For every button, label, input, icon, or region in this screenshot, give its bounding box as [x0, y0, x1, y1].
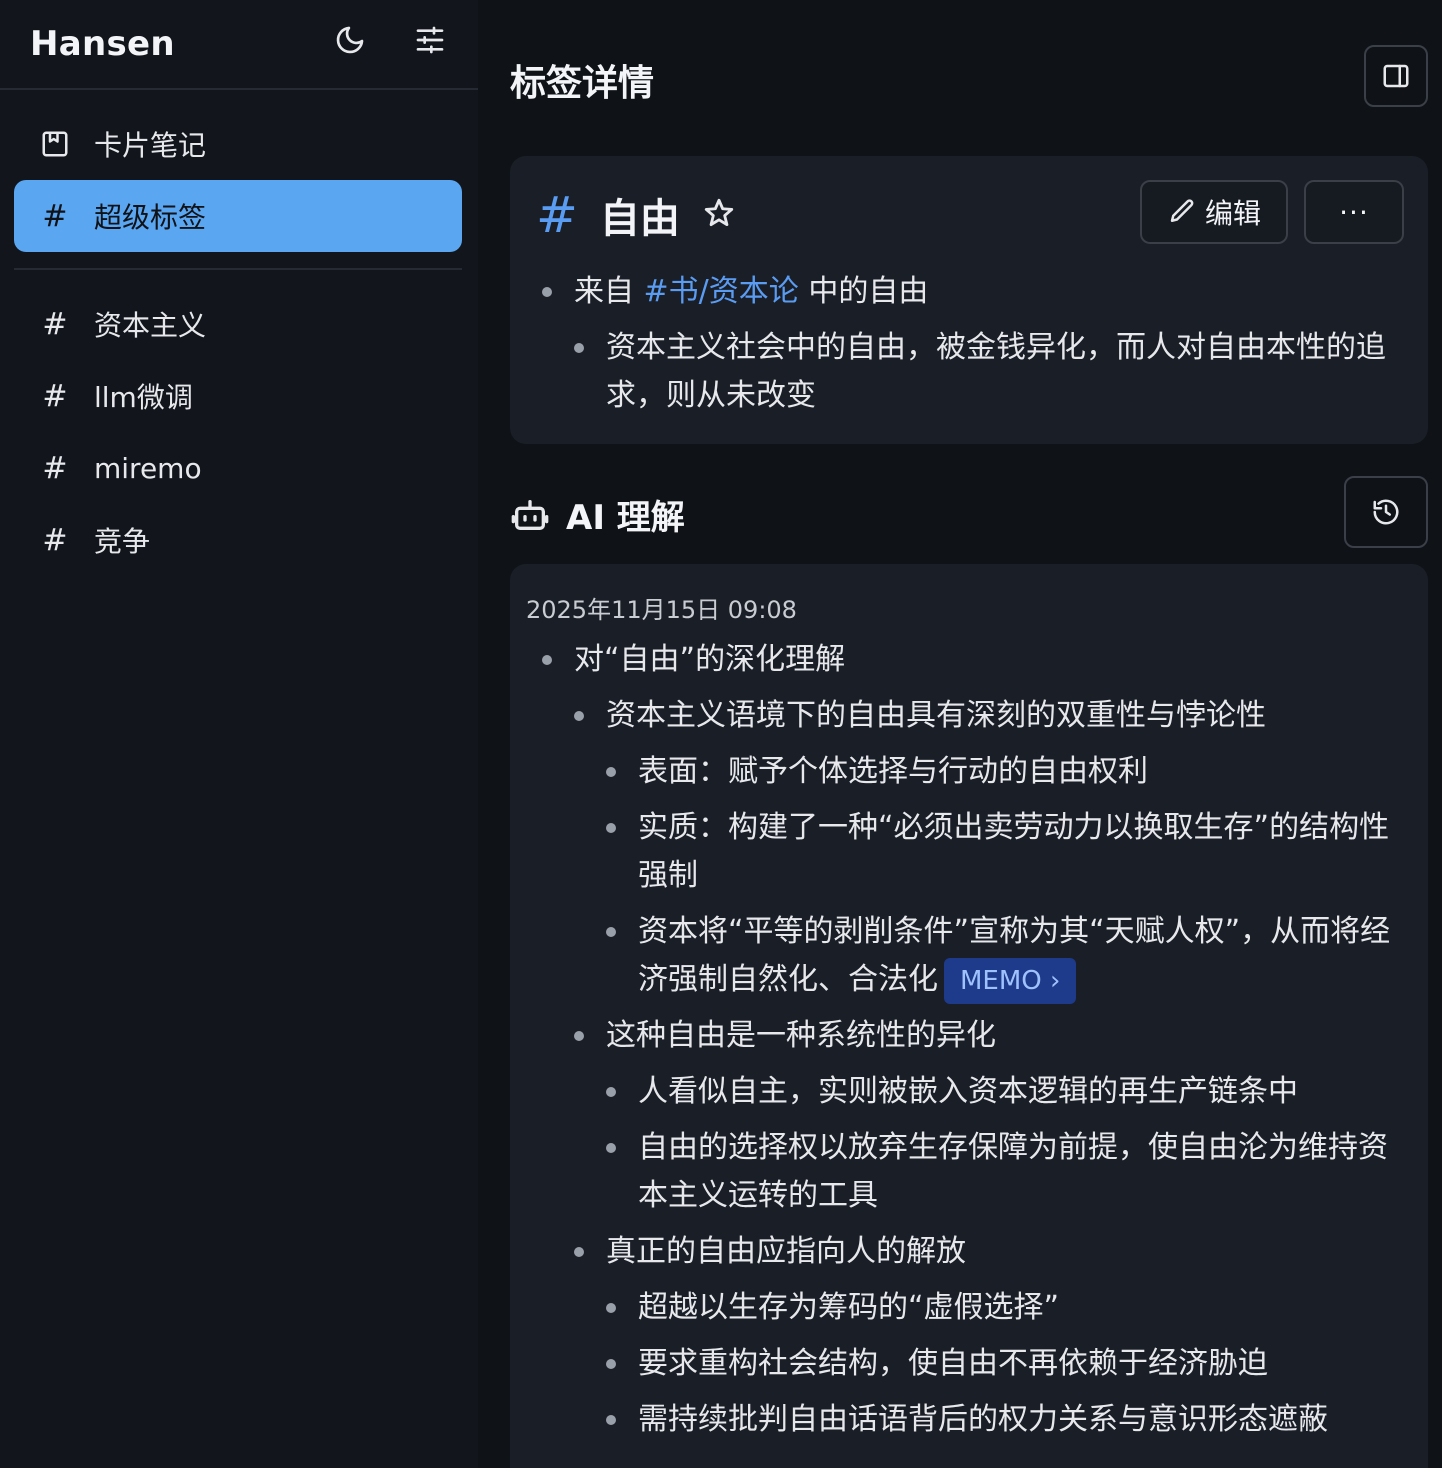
sidebar-tag-item[interactable]: # 资本主义: [14, 288, 462, 360]
list-item: 资本主义语境下的自由具有深刻的双重性与悖论性 表面：赋予个体选择与行动的自由权利…: [574, 692, 1414, 1004]
list-item: 对“自由”的深化理解 资本主义语境下的自由具有深刻的双重性与悖论性 表面：赋予个…: [542, 636, 1414, 1444]
ai-section-header: AI 理解: [510, 490, 685, 539]
panel-toggle-button[interactable]: [1364, 45, 1428, 107]
sidebar-item-card-notes[interactable]: 卡片笔记: [14, 108, 462, 180]
history-button[interactable]: [1344, 476, 1428, 548]
text: 来自: [574, 274, 634, 309]
hash-icon: #: [42, 522, 68, 558]
text: 这种自由是一种系统性的异化: [606, 1018, 996, 1053]
list-item: 需持续批判自由话语背后的权力关系与意识形态遮蔽: [606, 1396, 1414, 1444]
edit-button[interactable]: 编辑: [1140, 180, 1288, 244]
history-icon: [1373, 499, 1399, 525]
ai-card: 2025年11月15日 09:08 对“自由”的深化理解 资本主义语境下的自由具…: [510, 564, 1428, 1468]
sidebar-panel-icon: [1383, 64, 1409, 88]
tag-content: 来自 #书/资本论 中的自由 资本主义社会中的自由，被金钱异化，而人对自由本性的…: [542, 268, 1394, 420]
sidebar-nav: 卡片笔记 # 超级标签 # 资本主义 # llm微调 # miremo # 竞争: [0, 90, 478, 576]
list-item: 自由的选择权以放弃生存保障为前提，使自由沦为维持资本主义运转的工具: [606, 1124, 1414, 1220]
list-item: 真正的自由应指向人的解放 超越以生存为筹码的“虚假选择” 要求重构社会结构，使自…: [574, 1228, 1414, 1444]
sidebar-item-label: 资本主义: [94, 309, 207, 342]
more-icon: ···: [1339, 195, 1369, 229]
tag-link[interactable]: #书/资本论: [644, 274, 799, 309]
sidebar: Hansen 卡片笔记 # 超级标签 # 资本主义 # llm微调 # mire…: [0, 0, 478, 1468]
hash-icon: #: [42, 306, 68, 342]
list-item: 这种自由是一种系统性的异化 人看似自主，实则被嵌入资本逻辑的再生产链条中 自由的…: [574, 1012, 1414, 1220]
tag-name: 自由: [599, 196, 680, 242]
hash-icon: #: [536, 186, 578, 244]
tag-header: # 自由: [536, 186, 736, 244]
list-item: 实质：构建了一种“必须出卖劳动力以换取生存”的结构性强制: [606, 804, 1414, 900]
text: 对“自由”的深化理解: [574, 642, 846, 677]
settings-button[interactable]: [412, 22, 448, 58]
ai-content: 对“自由”的深化理解 资本主义语境下的自由具有深刻的双重性与悖论性 表面：赋予个…: [542, 636, 1414, 1452]
list-item: 资本将“平等的剥削条件”宣称为其“天赋人权”，从而将经济强制自然化、合法化 MEM…: [606, 908, 1414, 1004]
text: 中的自由: [808, 274, 929, 309]
tag-card: # 自由 编辑 ··· 来自 #书/资本论 中的自由 资本主义社会中的自由，被金…: [510, 156, 1428, 444]
pencil-icon: [1170, 199, 1194, 222]
bookmark-box-icon: [40, 129, 70, 159]
timestamp: 2025年11月15日 09:08: [526, 596, 797, 624]
robot-icon: [511, 499, 549, 530]
hash-icon: #: [42, 198, 68, 234]
ai-title: AI 理解: [566, 498, 685, 538]
hash-icon: #: [42, 450, 68, 486]
brand-actions: [332, 22, 448, 58]
sidebar-item-label: llm微调: [94, 381, 193, 414]
sliders-icon: [416, 26, 444, 54]
edit-button-label: 编辑: [1204, 197, 1261, 230]
sidebar-item-label: miremo: [94, 451, 202, 485]
hash-icon: #: [42, 378, 68, 414]
list-item: 超越以生存为筹码的“虚假选择”: [606, 1284, 1414, 1332]
sidebar-item-label: 竞争: [94, 525, 151, 558]
sidebar-tag-item[interactable]: # 竞争: [14, 504, 462, 576]
sidebar-tag-item[interactable]: # llm微调: [14, 360, 462, 432]
favorite-button[interactable]: [702, 196, 736, 234]
dark-mode-button[interactable]: [332, 22, 368, 58]
list-item: 资本主义社会中的自由，被金钱异化，而人对自由本性的追求，则从未改变: [574, 324, 1394, 420]
moon-icon: [336, 26, 364, 54]
list-item: 要求重构社会结构，使自由不再依赖于经济胁迫: [606, 1340, 1414, 1388]
text: 真正的自由应指向人的解放: [606, 1234, 966, 1269]
sidebar-item-super-tags[interactable]: # 超级标签: [14, 180, 462, 252]
more-button[interactable]: ···: [1304, 180, 1404, 244]
brand-name: Hansen: [30, 24, 175, 64]
page-title: 标签详情: [510, 63, 655, 104]
sidebar-item-label: 卡片笔记: [94, 129, 207, 162]
sidebar-item-label: 超级标签: [94, 201, 207, 234]
list-item: 表面：赋予个体选择与行动的自由权利: [606, 748, 1414, 796]
list-item: 人看似自主，实则被嵌入资本逻辑的再生产链条中: [606, 1068, 1414, 1116]
memo-link[interactable]: MEMO ›: [944, 957, 1077, 1004]
divider: [14, 268, 462, 270]
brand-row: Hansen: [0, 0, 478, 90]
list-item: 来自 #书/资本论 中的自由 资本主义社会中的自由，被金钱异化，而人对自由本性的…: [542, 268, 1394, 420]
text: 资本主义语境下的自由具有深刻的双重性与悖论性: [606, 698, 1266, 733]
sidebar-tag-item[interactable]: # miremo: [14, 432, 462, 504]
star-icon: [704, 198, 734, 227]
